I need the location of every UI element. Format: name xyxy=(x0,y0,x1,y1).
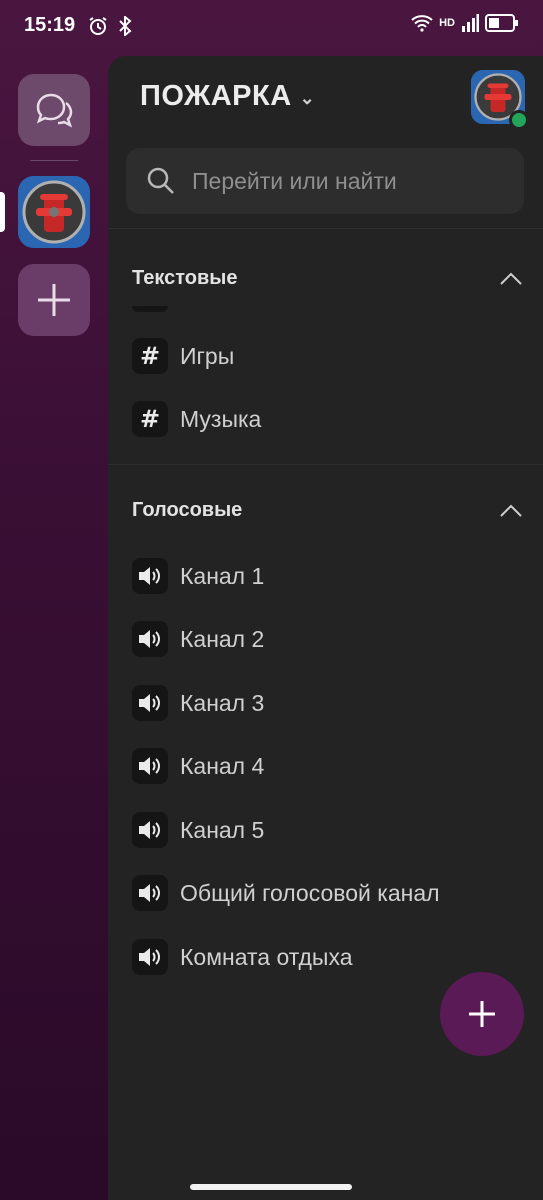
speaker-icon xyxy=(132,939,168,975)
speaker-icon xyxy=(132,621,168,657)
section-header-text[interactable]: Текстовые xyxy=(132,258,522,298)
chevron-down-icon: ⌄ xyxy=(299,88,316,108)
channel-label: Канал 1 xyxy=(180,562,265,589)
channel-label: Игры xyxy=(180,342,235,369)
chevron-up-icon xyxy=(500,272,522,285)
battery-icon xyxy=(485,14,518,32)
channel-label: Канал 4 xyxy=(180,752,265,779)
server-rail xyxy=(0,56,108,1200)
search-input[interactable]: Перейти или найти xyxy=(126,148,524,214)
channel-label: Музыка xyxy=(180,405,262,432)
channel-item-igry[interactable]: # Игры xyxy=(132,330,522,382)
chat-bubbles-icon xyxy=(36,93,73,128)
channel-label: Общий голосовой канал xyxy=(180,879,440,906)
status-time: 15:19 xyxy=(24,14,76,36)
direct-messages-button[interactable] xyxy=(18,74,90,146)
channel-label: Канал 5 xyxy=(180,816,265,843)
signal-icon xyxy=(462,14,479,32)
rail-divider xyxy=(30,160,78,161)
plus-icon xyxy=(38,284,70,316)
add-server-button[interactable] xyxy=(18,264,90,336)
bluetooth-icon xyxy=(119,16,132,36)
speaker-icon xyxy=(132,875,168,911)
channel-item-muzyka[interactable]: # Музыка xyxy=(132,393,522,445)
voice-channel-item[interactable]: Канал 5 xyxy=(132,804,522,856)
plus-icon xyxy=(469,1001,495,1027)
search-placeholder: Перейти или найти xyxy=(192,167,397,194)
speaker-icon xyxy=(132,685,168,721)
voice-channel-item[interactable]: Общий голосовой канал xyxy=(132,867,522,919)
voice-channel-item[interactable]: Канал 4 xyxy=(132,740,522,792)
voice-channel-item[interactable]: Канал 1 xyxy=(132,550,522,602)
channel-label: Канал 3 xyxy=(180,689,265,716)
divider xyxy=(108,464,543,465)
voice-channel-item[interactable]: Канал 3 xyxy=(132,677,522,729)
hydrant-server-icon xyxy=(18,176,90,248)
divider xyxy=(108,228,543,229)
chevron-up-icon xyxy=(500,504,522,517)
voice-channel-item[interactable]: Канал 2 xyxy=(132,613,522,665)
server-name: ПОЖАРКА xyxy=(140,80,292,112)
selected-server-indicator xyxy=(0,192,5,232)
channel-label: Канал 2 xyxy=(180,625,265,652)
hash-icon: # xyxy=(132,338,168,374)
home-indicator[interactable] xyxy=(190,1184,352,1190)
server-pozharka-button[interactable] xyxy=(18,176,90,248)
alarm-icon xyxy=(89,17,107,35)
server-name-dropdown[interactable]: ПОЖАРКА ⌄ xyxy=(140,80,315,113)
network-type-label: HD xyxy=(439,17,455,29)
add-channel-fab[interactable] xyxy=(440,972,524,1056)
hash-icon: # xyxy=(132,401,168,437)
status-bar: 15:19 HD xyxy=(0,0,543,56)
partial-channel-item xyxy=(132,306,168,312)
search-icon xyxy=(147,167,174,194)
speaker-icon xyxy=(132,748,168,784)
online-status-dot xyxy=(509,110,529,130)
section-title: Голосовые xyxy=(132,498,243,521)
section-header-voice[interactable]: Голосовые xyxy=(132,490,522,530)
speaker-icon xyxy=(132,558,168,594)
wifi-icon xyxy=(411,15,433,32)
speaker-icon xyxy=(132,812,168,848)
section-title: Текстовые xyxy=(132,266,238,289)
channel-label: Комната отдыха xyxy=(180,943,353,970)
